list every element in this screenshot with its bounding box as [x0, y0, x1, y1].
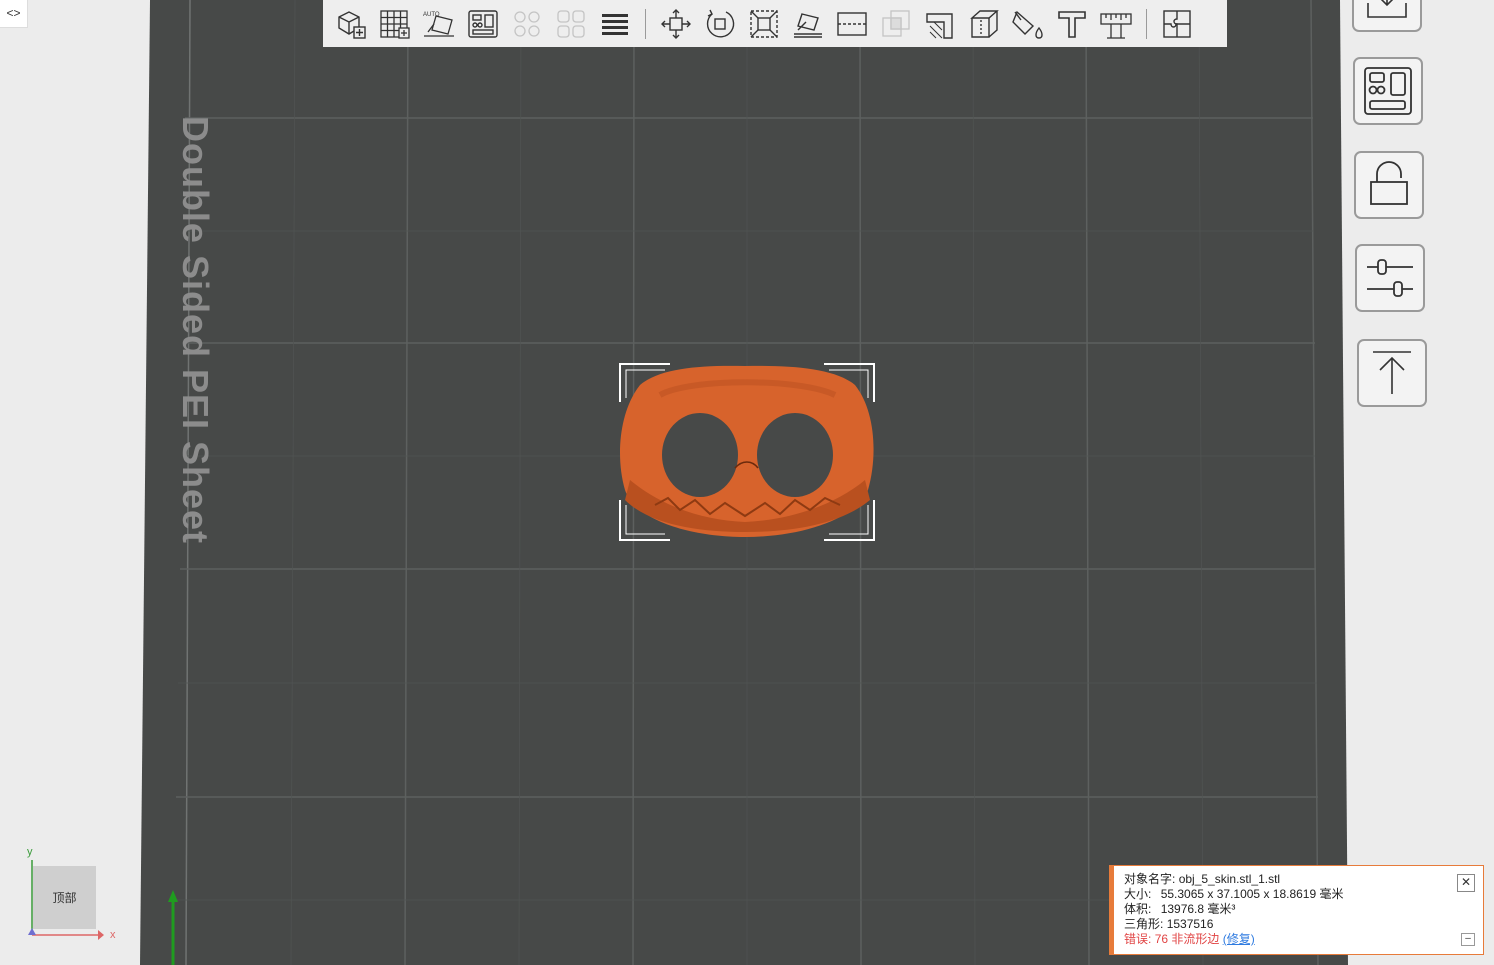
rotate-icon [706, 9, 735, 37]
split-parts-button[interactable] [552, 5, 590, 43]
object-name-label: 对象名字: [1124, 872, 1176, 886]
lay-on-face-button[interactable] [789, 5, 827, 43]
sidebar-toggle-button[interactable]: <> [0, 0, 28, 28]
text-icon [1058, 10, 1086, 38]
bed-label-text: Double Sided PEI Sheet [175, 115, 217, 545]
color-paint-icon [1012, 10, 1043, 39]
move-button[interactable] [657, 5, 695, 43]
color-paint-button[interactable] [1009, 5, 1047, 43]
object-name-row: 对象名字: obj_5_skin.stl_1.stl [1124, 872, 1473, 887]
axis-x-label: x [110, 929, 116, 941]
scale-button[interactable] [745, 5, 783, 43]
support-paint-icon [926, 12, 953, 39]
scale-icon [750, 9, 778, 38]
seam-paint-button[interactable] [965, 5, 1003, 43]
rotate-button[interactable] [701, 5, 739, 43]
measure-button[interactable] [1097, 5, 1135, 43]
arrange-button[interactable] [464, 5, 502, 43]
bed-label: Double Sided PEI Sheet [160, 116, 230, 544]
repair-link[interactable]: (修复) [1223, 932, 1255, 946]
seam-paint-icon [970, 9, 999, 38]
export-button[interactable] [1357, 339, 1427, 407]
cut-icon [837, 11, 867, 36]
split-objects-icon [514, 10, 540, 37]
toolbar-separator [1146, 8, 1147, 39]
view-cube[interactable]: 顶部 [33, 866, 96, 929]
axis-y-label: y [27, 846, 33, 858]
auto-orient-icon: AUTO [423, 12, 454, 37]
boolean-button[interactable] [877, 5, 915, 43]
lock-button[interactable] [1354, 151, 1424, 219]
object-error-label: 错误: [1124, 932, 1152, 946]
object-error-value: 76 非流形边 [1154, 932, 1220, 946]
split-parts-icon [557, 9, 585, 38]
add-plate-button[interactable] [376, 5, 414, 43]
object-volume-value: 13976.8 毫米³ [1160, 902, 1236, 916]
arrange-panel-button[interactable] [1353, 57, 1423, 125]
object-triangles-value: 1537516 [1166, 917, 1214, 931]
split-objects-button[interactable] [508, 5, 546, 43]
auto-orient-button[interactable]: AUTO [420, 5, 458, 43]
object-size-value: 55.3065 x 37.1005 x 18.8619 毫米 [1160, 887, 1344, 901]
assembly-button[interactable] [1158, 5, 1196, 43]
add-object-button[interactable] [332, 5, 370, 43]
cube-plus-icon [338, 10, 366, 39]
object-volume-label: 体积: [1124, 902, 1152, 916]
model-mesh [620, 365, 874, 537]
object-volume-row: 体积: 13976.8 毫米³ [1124, 902, 1473, 917]
object-info-panel: 对象名字: obj_5_skin.stl_1.stl 大小: 55.3065 x… [1109, 865, 1484, 955]
object-triangles-row: 三角形: 1537516 [1124, 917, 1473, 932]
object-error-row: 错误: 76 非流形边 (修复) [1124, 932, 1473, 947]
puzzle-icon [1163, 9, 1191, 38]
layers-icon [602, 13, 628, 35]
move-icon [661, 8, 691, 39]
support-paint-button[interactable] [921, 5, 959, 43]
minimize-info-button[interactable]: – [1461, 933, 1475, 946]
arrange-icon [1364, 67, 1412, 115]
boolean-icon [882, 9, 910, 37]
layers-button[interactable] [596, 5, 634, 43]
lay-on-face-icon [794, 12, 822, 38]
sliders-icon [1367, 259, 1413, 297]
settings-button[interactable] [1355, 244, 1425, 312]
svg-text:AUTO: AUTO [423, 12, 440, 18]
cut-button[interactable] [833, 5, 871, 43]
view-cube-label: 顶部 [52, 891, 77, 905]
measure-icon [1100, 12, 1132, 39]
right-panel [1340, 0, 1440, 965]
text-tool-button[interactable] [1053, 5, 1091, 43]
lock-icon [1370, 161, 1408, 205]
upload-icon [1373, 351, 1411, 394]
close-info-button[interactable]: ✕ [1457, 874, 1475, 892]
download-icon [1367, 0, 1407, 18]
arrange-icon [468, 9, 498, 38]
grid-plus-icon [380, 9, 410, 39]
object-size-row: 大小: 55.3065 x 37.1005 x 18.8619 毫米 [1124, 887, 1473, 902]
object-name-value: obj_5_skin.stl_1.stl [1178, 872, 1281, 886]
object-size-label: 大小: [1124, 887, 1152, 901]
object-triangles-label: 三角形: [1124, 917, 1164, 931]
toolbar-separator [645, 8, 646, 39]
import-button[interactable] [1352, 0, 1422, 32]
top-toolbar: AUTO [323, 0, 1227, 47]
3d-viewport[interactable]: Double Sided PEI Sheet 顶部 y x [0, 0, 1494, 965]
